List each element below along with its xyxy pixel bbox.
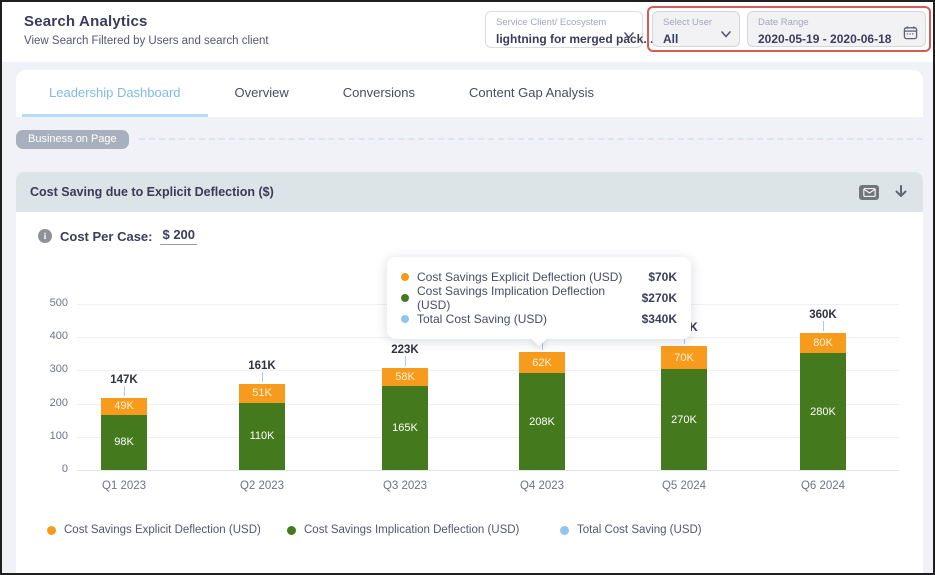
total-label-q3-2023: 223K	[373, 344, 437, 356]
bar-segment-implication-q2-2023[interactable]: 110K	[239, 403, 285, 470]
x-axis-label-q6-2024: Q6 2024	[778, 480, 868, 492]
tooltip-value: $70K	[648, 270, 677, 284]
tooltip-value: $340K	[642, 312, 677, 326]
y-axis-tick-0: 0	[22, 463, 68, 475]
cost-saving-panel: Cost Saving due to Explicit Deflection (…	[16, 172, 923, 573]
tab-bar: Leadership Dashboard Overview Conversion…	[16, 70, 923, 117]
chart-tooltip: Cost Savings Explicit Deflection (USD) $…	[387, 257, 691, 339]
date-range-picker[interactable]: Date Range 2020-05-19 - 2020-06-18	[747, 11, 926, 47]
service-client-dropdown[interactable]: Service Client/ Ecosystem lightning for …	[485, 11, 643, 48]
tooltip-row: Cost Savings Implication Deflection (USD…	[401, 287, 677, 308]
total-cost-saving-dot-icon	[560, 526, 569, 535]
legend-label: Total Cost Saving (USD)	[577, 524, 702, 536]
business-on-page-badge[interactable]: Business on Page	[16, 130, 129, 149]
bar-q5-2024[interactable]: 70K270K	[661, 346, 707, 470]
bar-segment-explicit-q6-2024[interactable]: 80K	[800, 333, 846, 353]
bar-segment-implication-q1-2023[interactable]: 98K	[101, 415, 147, 470]
bar-q3-2023[interactable]: 58K165K	[382, 368, 428, 470]
download-icon[interactable]	[893, 184, 909, 200]
panel-title: Cost Saving due to Explicit Deflection (…	[30, 185, 274, 199]
implication-deflection-dot-icon	[287, 526, 296, 535]
y-axis-tick-200: 200	[22, 397, 68, 409]
total-label-q6-2024: 360K	[791, 309, 855, 321]
x-axis-label-q2-2023: Q2 2023	[217, 480, 307, 492]
legend-label: Cost Savings Explicit Deflection (USD)	[64, 524, 261, 536]
gridline-200	[77, 404, 899, 405]
bar-segment-explicit-q3-2023[interactable]: 58K	[382, 368, 428, 386]
chevron-down-icon	[720, 27, 732, 39]
tooltip-label: Total Cost Saving (USD)	[417, 312, 547, 326]
chevron-down-icon	[623, 28, 635, 40]
bar-segment-implication-q6-2024[interactable]: 280K	[800, 353, 846, 470]
header: Search Analytics View Search Filtered by…	[2, 2, 933, 62]
select-user-value: All	[663, 32, 678, 46]
x-axis-label-q5-2024: Q5 2024	[639, 480, 729, 492]
bar-q6-2024[interactable]: 80K280K	[800, 333, 846, 470]
bar-segment-explicit-q4-2023[interactable]: 62K	[519, 352, 565, 373]
bar-segment-explicit-q2-2023[interactable]: 51K	[239, 384, 285, 402]
tooltip-label: Cost Savings Explicit Deflection (USD)	[417, 270, 622, 284]
legend-label: Cost Savings Implication Deflection (USD…	[304, 524, 519, 536]
x-axis-label-q1-2023: Q1 2023	[79, 480, 169, 492]
bar-segment-explicit-q5-2024[interactable]: 70K	[661, 346, 707, 369]
legend-item-explicit: Cost Savings Explicit Deflection (USD)	[47, 524, 261, 536]
explicit-deflection-dot-icon	[47, 526, 56, 535]
total-connector-line	[823, 321, 824, 331]
cost-per-case-value[interactable]: $ 200	[160, 227, 197, 245]
total-connector-line	[405, 356, 406, 366]
total-label-q1-2023: 147K	[92, 374, 156, 386]
cost-per-case-row: i Cost Per Case: $ 200	[38, 227, 197, 245]
legend-item-implication: Cost Savings Implication Deflection (USD…	[287, 524, 519, 536]
page-subtitle: View Search Filtered by Users and search…	[24, 35, 269, 47]
panel-actions	[859, 184, 909, 200]
bar-q4-2023[interactable]: 62K208K	[519, 352, 565, 470]
tab-overview[interactable]: Overview	[208, 70, 316, 117]
highlight-annotation-box: Select User All Date Range 2020-05-19 - …	[647, 6, 931, 52]
bar-segment-implication-q4-2023[interactable]: 208K	[519, 373, 565, 470]
gridline-100	[77, 437, 899, 438]
business-on-page-row: Business on Page	[16, 129, 923, 149]
calendar-icon	[903, 25, 918, 40]
service-client-label: Service Client/ Ecosystem	[496, 17, 634, 28]
tooltip-label: Cost Savings Implication Deflection (USD…	[417, 284, 642, 312]
cost-per-case-label: Cost Per Case:	[60, 229, 152, 244]
x-axis-label-q4-2023: Q4 2023	[497, 480, 587, 492]
tab-conversions[interactable]: Conversions	[316, 70, 442, 117]
y-axis-tick-400: 400	[22, 330, 68, 342]
y-axis-tick-300: 300	[22, 363, 68, 375]
gridline-300	[77, 370, 899, 371]
y-axis-tick-100: 100	[22, 430, 68, 442]
legend-item-total: Total Cost Saving (USD)	[560, 524, 702, 536]
page-title: Search Analytics	[24, 13, 148, 30]
date-range-value: 2020-05-19 - 2020-06-18	[758, 32, 891, 46]
total-connector-line	[124, 386, 125, 396]
bar-q1-2023[interactable]: 49K98K	[101, 398, 147, 470]
email-icon[interactable]	[859, 185, 879, 200]
app-window: Search Analytics View Search Filtered by…	[0, 0, 935, 575]
x-axis-label-q3-2023: Q3 2023	[360, 480, 450, 492]
bar-segment-explicit-q1-2023[interactable]: 49K	[101, 398, 147, 415]
explicit-deflection-dot-icon	[401, 273, 409, 281]
tab-content-gap-analysis[interactable]: Content Gap Analysis	[442, 70, 621, 117]
implication-deflection-dot-icon	[401, 294, 409, 302]
info-icon[interactable]: i	[38, 229, 52, 243]
select-user-dropdown[interactable]: Select User All	[652, 11, 740, 47]
dashed-divider	[139, 138, 923, 140]
bar-q2-2023[interactable]: 51K110K	[239, 384, 285, 470]
gridline-0	[77, 470, 899, 471]
date-range-label: Date Range	[758, 17, 917, 28]
total-cost-saving-dot-icon	[401, 315, 409, 323]
total-connector-line	[262, 372, 263, 382]
bar-segment-implication-q3-2023[interactable]: 165K	[382, 386, 428, 470]
tooltip-value: $270K	[642, 291, 677, 305]
y-axis-tick-500: 500	[22, 297, 68, 309]
bar-segment-implication-q5-2024[interactable]: 270K	[661, 369, 707, 470]
panel-header: Cost Saving due to Explicit Deflection (…	[16, 172, 923, 212]
tab-leadership-dashboard[interactable]: Leadership Dashboard	[22, 70, 208, 117]
total-label-q2-2023: 161K	[230, 360, 294, 372]
